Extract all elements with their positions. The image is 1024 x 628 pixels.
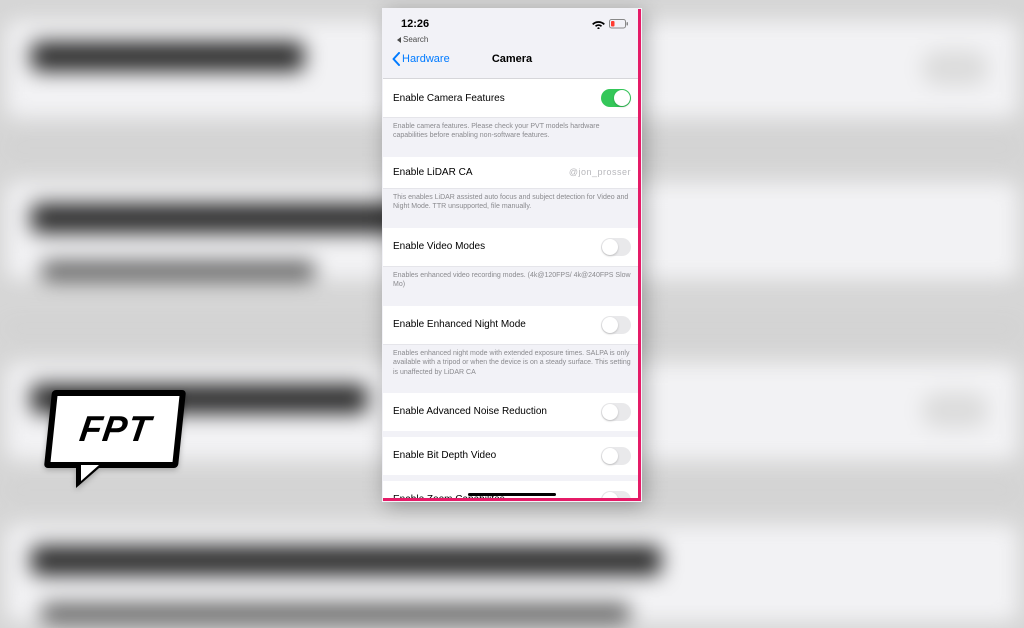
settings-row-label: Enable Advanced Noise Reduction [393, 406, 547, 417]
settings-row[interactable]: Enable Bit Depth Video [383, 437, 641, 475]
toggle-knob [602, 404, 618, 420]
settings-row[interactable]: Enable Advanced Noise Reduction [383, 393, 641, 431]
home-indicator [468, 493, 556, 496]
toggle-knob [614, 90, 630, 106]
toggle-switch[interactable] [601, 238, 631, 256]
status-time: 12:26 [401, 18, 429, 30]
settings-group: Enable Enhanced Night Mode Enables enhanc… [383, 306, 641, 387]
settings-group: Enable Advanced Noise Reduction [383, 393, 641, 431]
wifi-icon [592, 19, 605, 29]
fpt-logo: FPT [48, 390, 182, 468]
settings-row[interactable]: Enable LiDAR CA @jon_prosser [383, 157, 641, 189]
settings-group: Enable Camera Features Enable camera feat… [383, 79, 641, 151]
settings-row[interactable]: Enable Zoom Capabilites [383, 481, 641, 502]
settings-row-footer: Enables enhanced night mode with extende… [383, 345, 641, 387]
nav-back-label: Hardware [402, 53, 450, 65]
settings-row-label: Enable Video Modes [393, 241, 485, 252]
settings-row-label: Enable Bit Depth Video [393, 450, 496, 461]
toggle-switch[interactable] [601, 89, 631, 107]
nav-back-button[interactable]: Hardware [391, 52, 450, 66]
toggle-switch[interactable] [601, 447, 631, 465]
settings-row-footer: Enable camera features. Please check you… [383, 118, 641, 151]
toggle-switch[interactable] [601, 491, 631, 502]
toggle-knob [602, 492, 618, 502]
settings-row-label: Enable LiDAR CA [393, 167, 472, 178]
fpt-logo-text: FPT [77, 408, 154, 450]
settings-row[interactable]: Enable Enhanced Night Mode [383, 306, 641, 345]
toggle-switch[interactable] [601, 403, 631, 421]
toggle-knob [602, 448, 618, 464]
settings-group: Enable Video Modes Enables enhanced video… [383, 228, 641, 300]
settings-list: Enable Camera Features Enable camera feat… [383, 79, 641, 502]
settings-group: Enable Zoom Capabilites [383, 481, 641, 502]
settings-row-footer: Enables enhanced video recording modes. … [383, 267, 641, 300]
settings-row-label: Enable Enhanced Night Mode [393, 319, 526, 330]
settings-row-footer: This enables LiDAR assisted auto focus a… [383, 189, 641, 222]
breadcrumb-label: Search [403, 35, 428, 44]
nav-bar: Hardware Camera [383, 46, 641, 79]
chevron-left-icon [397, 37, 401, 43]
toggle-switch[interactable] [601, 316, 631, 334]
toggle-knob [602, 317, 618, 333]
toggle-knob [602, 239, 618, 255]
settings-group: Enable Bit Depth Video [383, 437, 641, 475]
settings-row[interactable]: Enable Video Modes [383, 228, 641, 267]
battery-low-icon [609, 19, 629, 29]
settings-group: Enable LiDAR CA @jon_prosser This enables … [383, 157, 641, 222]
settings-row[interactable]: Enable Camera Features [383, 79, 641, 118]
settings-row-label: Enable Camera Features [393, 93, 505, 104]
chevron-left-icon [391, 52, 401, 66]
breadcrumb-back-search[interactable]: Search [383, 35, 641, 46]
phone-frame: 12:26 Search Hardware Camera Enable Came… [382, 8, 642, 502]
watermark-handle: @jon_prosser [569, 167, 631, 177]
status-bar: 12:26 [383, 9, 641, 35]
